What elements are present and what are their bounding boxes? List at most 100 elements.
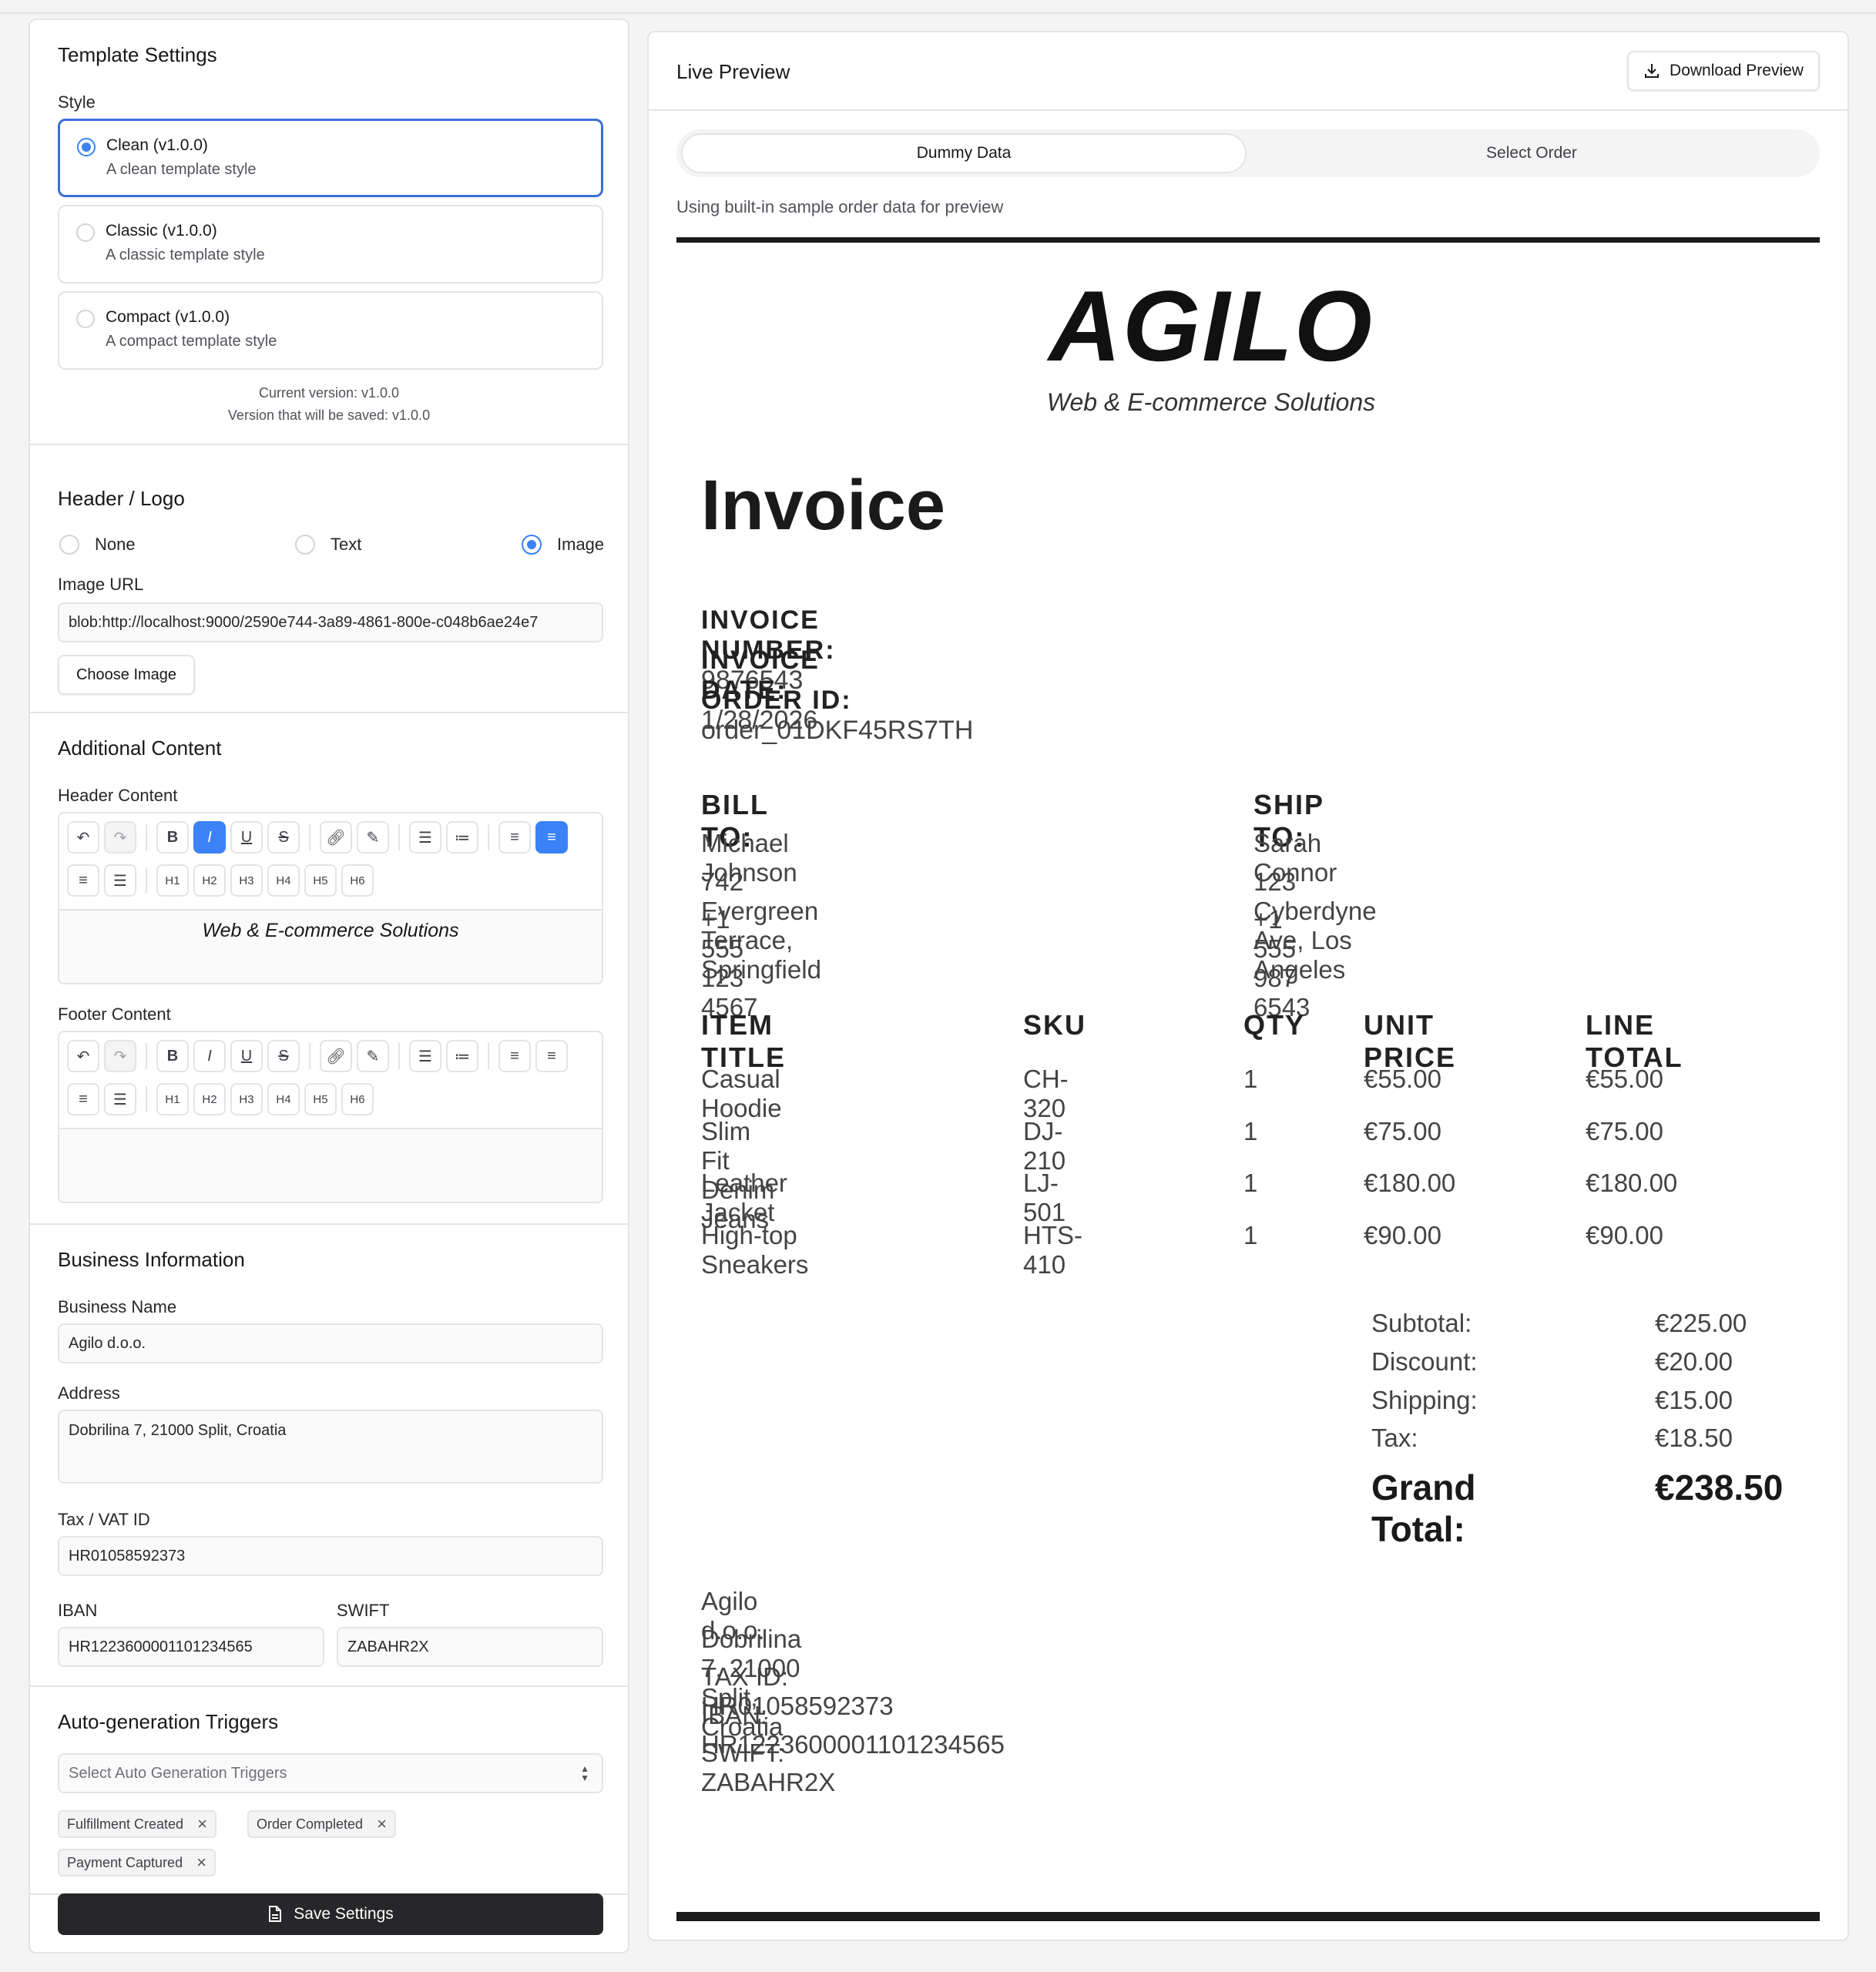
clear-format-icon[interactable]: ✎ bbox=[357, 821, 389, 854]
close-icon[interactable]: × bbox=[377, 1814, 387, 1834]
current-version: Current version: v1.0.0 bbox=[258, 385, 400, 401]
heading-1-icon[interactable]: H1 bbox=[156, 1083, 189, 1115]
italic-icon[interactable]: I bbox=[193, 1040, 226, 1072]
section-title: Business Information bbox=[58, 1248, 245, 1271]
item-unit-price: €55.00 bbox=[1364, 1065, 1441, 1093]
undo-icon[interactable]: ↶ bbox=[67, 821, 99, 854]
bold-icon[interactable]: B bbox=[156, 1040, 189, 1072]
undo-icon[interactable]: ↶ bbox=[67, 1040, 99, 1072]
chevron-up-down-icon: ▲ ▼ bbox=[580, 1763, 589, 1783]
address-textarea[interactable]: Dobrilina 7, 21000 Split, Croatia bbox=[58, 1410, 603, 1484]
logo-subtitle: Web & E-commerce Solutions bbox=[1046, 388, 1376, 416]
tax-id-input[interactable]: HR01058592373 bbox=[58, 1536, 603, 1576]
item-unit-price: €75.00 bbox=[1364, 1117, 1441, 1145]
tax-value: €18.50 bbox=[1655, 1424, 1733, 1452]
ship-to-line: +1 555 987 6543 bbox=[1253, 905, 1311, 1021]
bullet-list-icon[interactable]: ☰ bbox=[409, 1040, 441, 1072]
italic-icon[interactable]: I bbox=[193, 821, 226, 854]
item-line-total: €180.00 bbox=[1586, 1169, 1678, 1197]
editor-content-area[interactable] bbox=[59, 1128, 602, 1202]
radio-icon[interactable] bbox=[522, 535, 542, 555]
align-right-icon[interactable]: ≡ bbox=[67, 864, 99, 897]
radio-icon[interactable] bbox=[77, 138, 96, 156]
close-icon[interactable]: × bbox=[197, 1814, 207, 1834]
tab-select-order[interactable]: Select Order bbox=[1248, 133, 1815, 173]
item-sku: CH-320 bbox=[1023, 1065, 1069, 1122]
divider bbox=[146, 1043, 147, 1069]
triggers-select[interactable]: Select Auto Generation Triggers ▲ ▼ bbox=[58, 1753, 603, 1793]
iban-input[interactable]: HR1223600001101234565 bbox=[58, 1627, 324, 1667]
logo-option-none[interactable]: None bbox=[59, 533, 136, 556]
logo-option-image[interactable]: Image bbox=[522, 533, 604, 556]
heading-3-icon[interactable]: H3 bbox=[230, 1083, 263, 1115]
heading-2-icon[interactable]: H2 bbox=[193, 1083, 226, 1115]
radio-icon[interactable] bbox=[76, 310, 95, 328]
redo-icon[interactable]: ↷ bbox=[104, 1040, 136, 1072]
heading-6-icon[interactable]: H6 bbox=[341, 864, 374, 897]
align-left-icon[interactable]: ≡ bbox=[498, 821, 531, 854]
heading-3-icon[interactable]: H3 bbox=[230, 864, 263, 897]
strikethrough-icon[interactable]: S bbox=[267, 821, 300, 854]
editor-content-area[interactable]: Web & E-commerce Solutions bbox=[59, 909, 602, 983]
company-logo: AGILO bbox=[1049, 270, 1374, 382]
link-icon[interactable]: 🔗︎ bbox=[320, 1040, 352, 1072]
radio-icon[interactable] bbox=[59, 535, 79, 555]
swift-input[interactable]: ZABAHR2X bbox=[337, 1627, 603, 1667]
item-sku: HTS-410 bbox=[1023, 1221, 1082, 1279]
align-left-icon[interactable]: ≡ bbox=[498, 1040, 531, 1072]
heading-2-icon[interactable]: H2 bbox=[193, 864, 226, 897]
divider bbox=[146, 867, 147, 894]
underline-icon[interactable]: U bbox=[230, 821, 263, 854]
column-header: QTY bbox=[1243, 1009, 1306, 1041]
choose-image-button[interactable]: Choose Image bbox=[58, 655, 195, 695]
style-option-classic[interactable]: Classic (v1.0.0) A classic template styl… bbox=[58, 205, 603, 283]
settings-panel: Template Settings Style Clean (v1.0.0) A… bbox=[29, 18, 629, 1954]
style-option-compact[interactable]: Compact (v1.0.0) A compact template styl… bbox=[58, 291, 603, 370]
clear-format-icon[interactable]: ✎ bbox=[357, 1040, 389, 1072]
subtotal-value: €225.00 bbox=[1655, 1309, 1747, 1337]
link-icon[interactable]: 🔗︎ bbox=[320, 821, 352, 854]
header-logo-section: Header / Logo None Text Image Image URL … bbox=[30, 445, 628, 713]
underline-icon[interactable]: U bbox=[230, 1040, 263, 1072]
download-icon bbox=[1645, 64, 1660, 78]
ordered-list-icon[interactable]: ≔ bbox=[446, 1040, 478, 1072]
align-center-icon[interactable]: ≡ bbox=[535, 1040, 568, 1072]
order-id-row: ORDER ID: order_01DKF45RS7TH bbox=[701, 686, 974, 745]
heading-4-icon[interactable]: H4 bbox=[267, 1083, 300, 1115]
heading-1-icon[interactable]: H1 bbox=[156, 864, 189, 897]
align-justify-icon[interactable]: ☰ bbox=[104, 1083, 136, 1115]
chip-label: Payment Captured bbox=[67, 1854, 183, 1870]
logo-option-text[interactable]: Text bbox=[295, 533, 361, 556]
radio-icon[interactable] bbox=[76, 223, 95, 242]
trigger-chip: Fulfillment Created × bbox=[58, 1810, 216, 1838]
bullet-list-icon[interactable]: ☰ bbox=[409, 821, 441, 854]
close-icon[interactable]: × bbox=[196, 1853, 206, 1873]
tab-dummy-data[interactable]: Dummy Data bbox=[681, 133, 1247, 173]
header-content-label: Header Content bbox=[58, 786, 178, 805]
section-title: Auto-generation Triggers bbox=[58, 1710, 279, 1733]
radio-icon[interactable] bbox=[295, 535, 315, 555]
align-right-icon[interactable]: ≡ bbox=[67, 1083, 99, 1115]
divider bbox=[398, 824, 400, 850]
bold-icon[interactable]: B bbox=[156, 821, 189, 854]
align-center-icon[interactable]: ≡ bbox=[535, 821, 568, 854]
heading-4-icon[interactable]: H4 bbox=[267, 864, 300, 897]
download-preview-button[interactable]: Download Preview bbox=[1627, 51, 1820, 91]
heading-5-icon[interactable]: H5 bbox=[304, 864, 337, 897]
style-option-clean[interactable]: Clean (v1.0.0) A clean template style bbox=[58, 119, 603, 197]
align-justify-icon[interactable]: ☰ bbox=[104, 864, 136, 897]
strikethrough-icon[interactable]: S bbox=[267, 1040, 300, 1072]
item-title: Casual Hoodie bbox=[701, 1065, 782, 1122]
item-qty: 1 bbox=[1243, 1117, 1258, 1145]
image-url-input[interactable]: blob:http://localhost:9000/2590e744-3a89… bbox=[58, 602, 603, 642]
business-name-input[interactable]: Agilo d.o.o. bbox=[58, 1323, 603, 1363]
ordered-list-icon[interactable]: ≔ bbox=[446, 821, 478, 854]
redo-icon[interactable]: ↷ bbox=[104, 821, 136, 854]
footer-content-editor: ↶ ↷ B I U S 🔗︎ ✎ ☰ ≔ ≡ ≡ ≡ ☰ H1 H2 H3 H4… bbox=[58, 1031, 603, 1203]
heading-5-icon[interactable]: H5 bbox=[304, 1083, 337, 1115]
heading-6-icon[interactable]: H6 bbox=[341, 1083, 374, 1115]
save-settings-button[interactable]: Save Settings bbox=[58, 1893, 603, 1935]
item-unit-price: €90.00 bbox=[1364, 1221, 1441, 1249]
additional-content-section: Additional Content Header Content ↶ ↷ B … bbox=[30, 713, 628, 1225]
section-title: Header / Logo bbox=[58, 487, 185, 510]
